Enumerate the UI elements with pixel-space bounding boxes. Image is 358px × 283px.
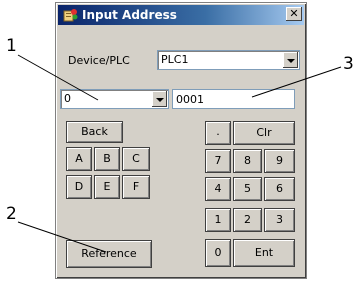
- key-2[interactable]: 2: [233, 208, 262, 232]
- input-address-dialog: Input Address ✕ Device/PLC PLC1 0 0001 B…: [55, 2, 307, 279]
- key-4[interactable]: 4: [205, 177, 231, 201]
- callout-1: 1: [6, 36, 17, 56]
- key-b[interactable]: B: [94, 147, 120, 171]
- key-f[interactable]: F: [122, 175, 150, 199]
- key-e[interactable]: E: [94, 175, 120, 199]
- close-button[interactable]: ✕: [286, 7, 302, 21]
- close-icon: ✕: [289, 7, 299, 20]
- callout-3: 3: [343, 54, 354, 74]
- dialog-title: Input Address: [82, 8, 177, 22]
- back-button[interactable]: Back: [66, 121, 123, 143]
- key-7[interactable]: 7: [205, 149, 231, 173]
- key-0[interactable]: 0: [205, 239, 231, 267]
- address-type-select[interactable]: 0: [60, 89, 169, 109]
- device-plc-select[interactable]: PLC1: [157, 50, 300, 70]
- key-c[interactable]: C: [122, 147, 150, 171]
- chevron-down-icon[interactable]: [152, 91, 167, 107]
- address-value: 0001: [176, 93, 204, 106]
- address-book-icon: [63, 9, 78, 22]
- key-1[interactable]: 1: [205, 208, 231, 232]
- key-d[interactable]: D: [66, 175, 92, 199]
- key-8[interactable]: 8: [233, 149, 262, 173]
- chevron-down-icon[interactable]: [283, 52, 298, 68]
- key-5[interactable]: 5: [233, 177, 262, 201]
- enter-button[interactable]: Ent: [233, 239, 295, 267]
- key-9[interactable]: 9: [264, 149, 295, 173]
- key-6[interactable]: 6: [264, 177, 295, 201]
- device-plc-value: PLC1: [161, 53, 189, 66]
- clear-button[interactable]: Clr: [233, 121, 295, 145]
- title-bar[interactable]: Input Address ✕: [58, 5, 304, 25]
- key-a[interactable]: A: [66, 147, 92, 171]
- reference-button[interactable]: Reference: [66, 240, 152, 268]
- device-plc-label: Device/PLC: [68, 54, 130, 67]
- address-input[interactable]: 0001: [172, 89, 295, 109]
- key-dot[interactable]: .: [205, 121, 231, 145]
- address-type-value: 0: [64, 92, 71, 105]
- key-3[interactable]: 3: [264, 208, 295, 232]
- callout-2: 2: [6, 204, 17, 224]
